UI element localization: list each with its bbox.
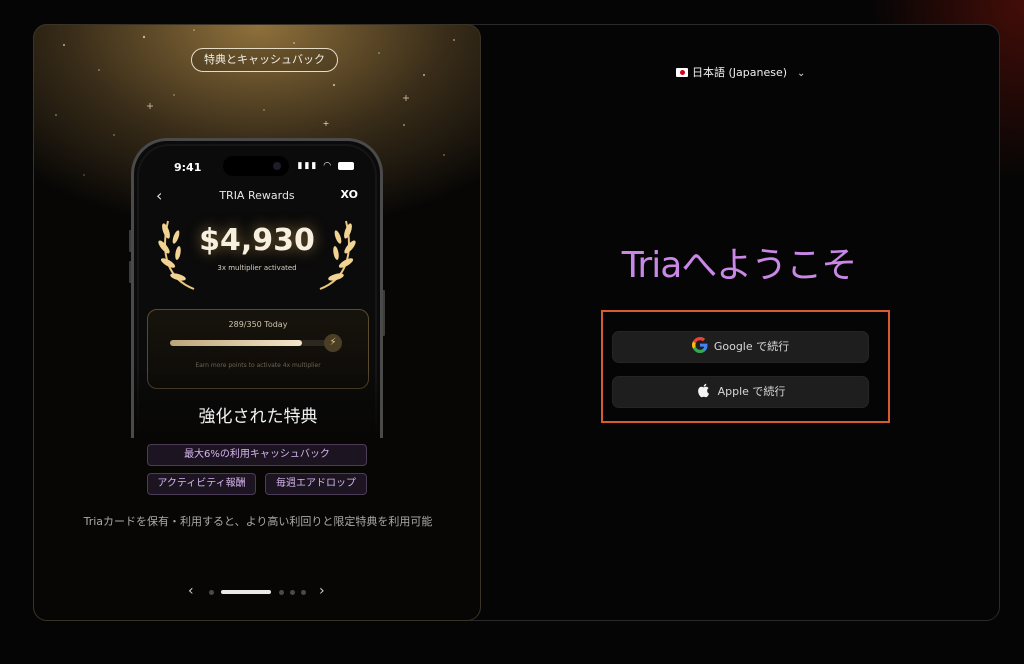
language-label: 日本語 (Japanese) [692, 66, 788, 79]
pager-dot[interactable] [209, 590, 214, 595]
welcome-title: Triaへようこそ [621, 245, 858, 286]
signal-icon: ▮▮▮ [297, 161, 319, 171]
google-button-label: Google で続行 [713, 340, 790, 353]
progress-track [170, 340, 330, 346]
progress-fill [170, 340, 303, 346]
tag-cashback: 最大6%の利用キャッシュバック [147, 444, 367, 466]
wifi-icon: ◠ [323, 161, 334, 171]
pager-dot[interactable] [301, 590, 306, 595]
rewards-pill: 特典とキャッシュバック [191, 48, 338, 72]
apple-icon [697, 383, 709, 398]
app-logo: XO [340, 188, 358, 201]
dynamic-island [223, 156, 289, 176]
apple-button-label: Apple で続行 [717, 385, 786, 398]
tag-weekly-airdrop: 毎週エアドロップ [265, 473, 367, 495]
status-icons: ▮▮▮ ◠ [298, 161, 354, 171]
battery-icon [338, 161, 354, 170]
google-icon [691, 337, 708, 353]
pager-dot-active[interactable] [221, 590, 271, 594]
chevron-left-icon[interactable]: ‹ [188, 583, 194, 599]
multiplier-label: 3x multiplier activated [217, 264, 297, 272]
rewards-amount: $4,930 [199, 223, 315, 258]
promo-panel: 特典とキャッシュバック 9:41 ▮▮▮ ◠ ‹ TRIA Rewards XO [33, 24, 481, 621]
phone-mockup: 9:41 ▮▮▮ ◠ ‹ TRIA Rewards XO $4,930 3x m… [131, 138, 383, 438]
pager-dot[interactable] [290, 590, 295, 595]
bolt-icon: ⚡ [324, 334, 342, 352]
japan-flag-icon [676, 68, 688, 77]
promo-description: Triaカードを保有・利用すると、より高い利回りと限定特典を利用可能 [83, 515, 433, 528]
apple-continue-button[interactable]: Apple で続行 [612, 376, 869, 408]
chevron-right-icon[interactable]: › [319, 583, 325, 599]
pager-dot[interactable] [279, 590, 284, 595]
status-time: 9:41 [174, 161, 202, 174]
tag-activity-rewards: アクティビティ報酬 [147, 473, 256, 495]
language-selector[interactable]: 日本語 (Japanese) ⌄ [676, 64, 805, 80]
progress-text: 289/350 Today [228, 320, 288, 329]
google-continue-button[interactable]: Google で続行 [612, 331, 869, 363]
chevron-down-icon: ⌄ [797, 68, 806, 79]
carousel-pager: ‹ › [34, 583, 480, 599]
promo-heading: 強化された特典 [198, 407, 318, 427]
